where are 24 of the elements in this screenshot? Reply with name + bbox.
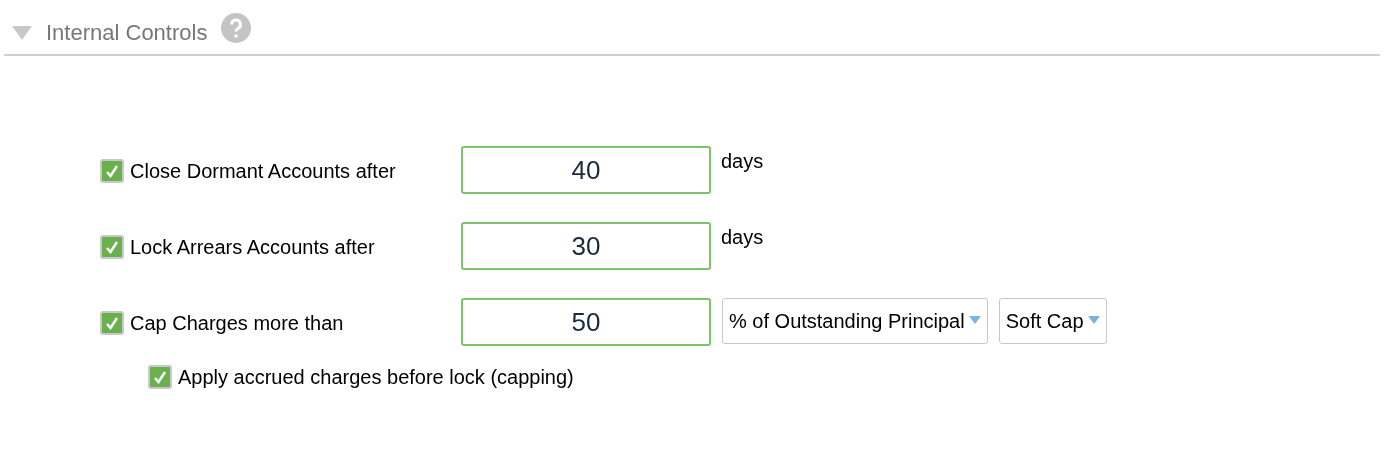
- option-label: Cap Charges more than: [130, 311, 344, 336]
- option-label: Apply accrued charges before lock (capping): [178, 365, 574, 390]
- option-label: Lock Arrears Accounts after: [130, 235, 375, 260]
- dropdown[interactable]: Soft Cap: [998, 298, 1107, 344]
- checkmark-icon: [105, 316, 119, 330]
- checkmark-icon: [153, 370, 167, 384]
- number-field[interactable]: 40: [461, 146, 711, 194]
- caret-icon: [1087, 316, 1100, 324]
- checkbox[interactable]: [100, 311, 124, 335]
- caret-icon: [968, 316, 981, 324]
- section-title: Internal Controls: [46, 18, 208, 47]
- unit-label: days: [721, 225, 764, 250]
- unit-label: days: [721, 149, 764, 174]
- help-icon[interactable]: [221, 13, 252, 43]
- number-field[interactable]: 50: [461, 298, 711, 346]
- checkmark-icon: [105, 164, 119, 178]
- checkmark-icon: [105, 240, 119, 254]
- checkbox[interactable]: [100, 159, 124, 183]
- checkbox[interactable]: [100, 235, 124, 259]
- dropdown[interactable]: % of Outstanding Principal: [722, 298, 988, 344]
- checkbox[interactable]: [148, 365, 172, 389]
- collapse-triangle-icon[interactable]: [12, 24, 32, 40]
- number-field[interactable]: 30: [461, 222, 711, 270]
- option-label: Close Dormant Accounts after: [130, 159, 396, 184]
